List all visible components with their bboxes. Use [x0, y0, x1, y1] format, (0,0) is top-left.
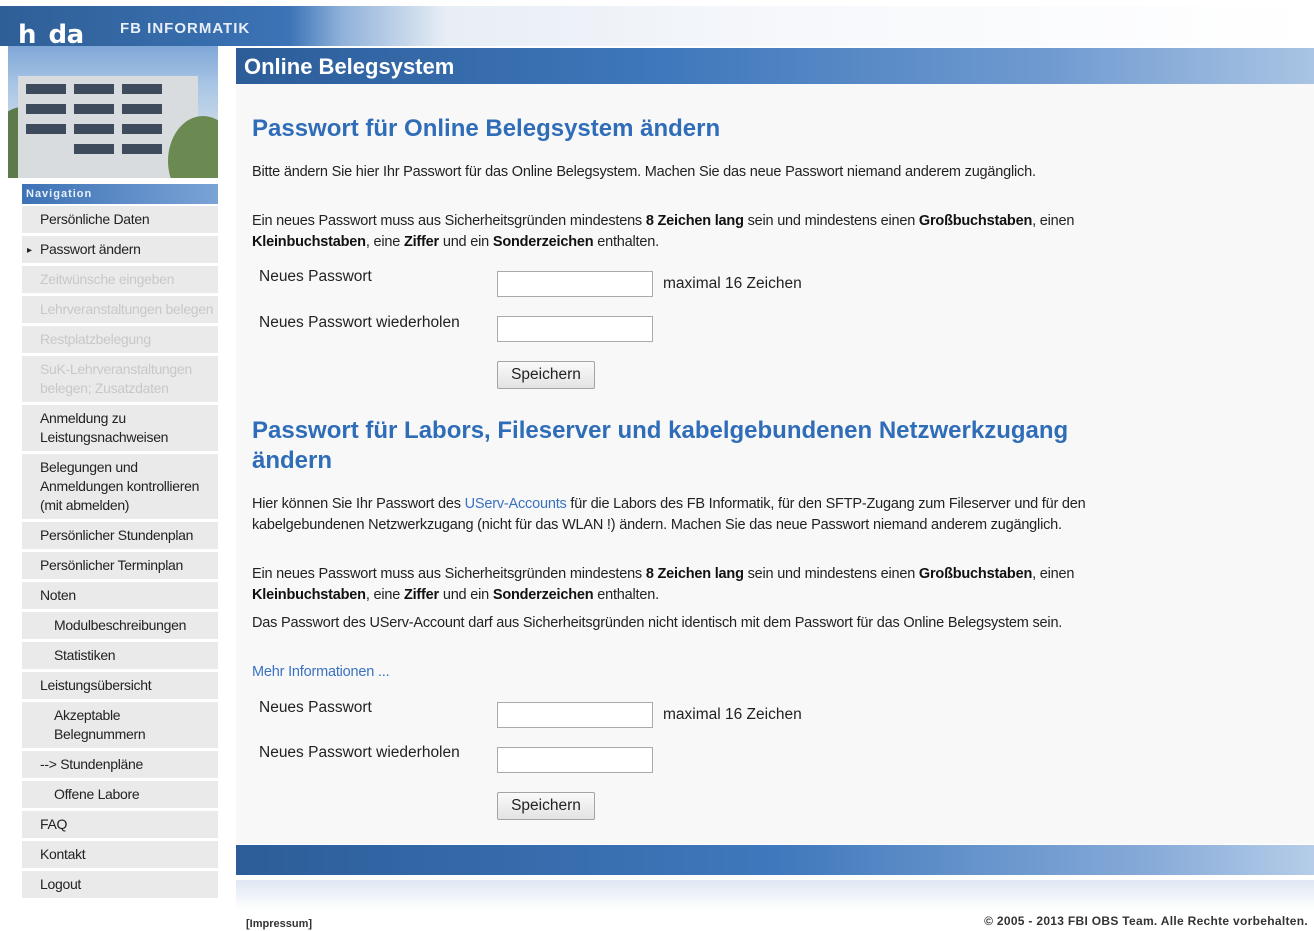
- sidebar-item-label: Statistiken: [54, 647, 116, 663]
- section2-repeat-password-input[interactable]: [497, 747, 653, 773]
- sidebar-item[interactable]: Leistungsübersicht: [22, 672, 218, 702]
- sidebar-item-label: Leistungsübersicht: [40, 677, 152, 693]
- sidebar-item[interactable]: Kontakt: [22, 841, 218, 871]
- sidebar-item[interactable]: Statistiken: [22, 642, 218, 672]
- sidebar-item-label: FAQ: [40, 816, 68, 832]
- sidebar-item: Restplatzbelegung: [22, 326, 218, 356]
- section1-repeat-password-label: Neues Passwort wiederholen: [259, 314, 460, 331]
- sidebar-item[interactable]: Persönliche Daten: [22, 206, 218, 236]
- section1-heading: Passwort für Online Belegsystem ändern: [252, 115, 721, 142]
- section1-new-password-input[interactable]: [497, 271, 653, 297]
- navigation-heading: Navigation: [22, 184, 218, 204]
- sidebar-item-label: Noten: [40, 587, 76, 603]
- section2-new-password-label: Neues Passwort: [259, 699, 372, 716]
- section1-intro: Bitte ändern Sie hier Ihr Passwort für d…: [252, 164, 1036, 180]
- sidebar-item: Zeitwünsche eingeben: [22, 266, 218, 296]
- section1-rules: Ein neues Passwort muss aus Sicherheitsg…: [252, 213, 1075, 250]
- sidebar-nav: Persönliche Daten ▸ Passwort ändern Zeitwün…: [22, 206, 218, 901]
- footer-bar: [236, 845, 1314, 875]
- building-photo: [8, 46, 218, 178]
- sidebar-item-label: SuK-Lehrveranstaltungen belegen; Zusatzd…: [40, 361, 192, 396]
- copyright-text: © 2005 - 2013 FBI OBS Team. Alle Rechte …: [984, 914, 1308, 928]
- sidebar-item-label: Persönlicher Terminplan: [40, 557, 184, 573]
- sidebar-item-label: Restplatzbelegung: [40, 331, 151, 347]
- section2-new-password-input[interactable]: [497, 702, 653, 728]
- sidebar-item-label: Kontakt: [40, 846, 86, 862]
- sidebar-item-label: Zeitwünsche eingeben: [40, 271, 175, 287]
- section1-repeat-password-input[interactable]: [497, 316, 653, 342]
- section2-heading-line2: ändern: [252, 447, 333, 474]
- sidebar-item: SuK-Lehrveranstaltungen belegen; Zusatzd…: [22, 356, 218, 405]
- sidebar-item-label: Akzeptable Belegnummern: [54, 707, 146, 742]
- sidebar-item[interactable]: --> Stundenpläne: [22, 751, 218, 781]
- sidebar-item-label: Persönlicher Stundenplan: [40, 527, 194, 543]
- sidebar-item[interactable]: ▸ Passwort ändern: [22, 236, 218, 266]
- department-name: FB INFORMATIK: [120, 20, 251, 37]
- section2-max-length-hint: maximal 16 Zeichen: [663, 706, 802, 723]
- section1-new-password-label: Neues Passwort: [259, 268, 372, 285]
- section2-save-button[interactable]: Speichern: [497, 792, 595, 820]
- sidebar-item-label: Offene Labore: [54, 786, 140, 802]
- sidebar-item: Lehrveranstaltungen belegen: [22, 296, 218, 326]
- page-title: Online Belegsystem: [244, 54, 455, 79]
- section2-rules: Ein neues Passwort muss aus Sicherheitsg…: [252, 566, 1075, 603]
- sidebar-item-label: Modulbeschreibungen: [54, 617, 187, 633]
- sidebar-item-label: Anmeldung zu Leistungsnachweisen: [40, 410, 169, 445]
- sidebar-item[interactable]: Persönlicher Terminplan: [22, 552, 218, 582]
- page-title-bar: Online Belegsystem: [236, 48, 1314, 84]
- sidebar-item[interactable]: Belegungen und Anmeldungen kontrollieren…: [22, 454, 218, 522]
- sidebar-item-label: Passwort ändern: [40, 241, 141, 257]
- section1-max-length-hint: maximal 16 Zeichen: [663, 275, 802, 292]
- sidebar-item[interactable]: Noten: [22, 582, 218, 612]
- sidebar-item[interactable]: Offene Labore: [22, 781, 218, 811]
- current-page-arrow-icon: ▸: [27, 245, 32, 256]
- sidebar-item-label: Persönliche Daten: [40, 211, 150, 227]
- sidebar-item[interactable]: Persönlicher Stundenplan: [22, 522, 218, 552]
- sidebar-item[interactable]: FAQ: [22, 811, 218, 841]
- section2-heading-line1: Passwort für Labors, Fileserver und kabe…: [252, 417, 1069, 444]
- sidebar-item-label: Lehrveranstaltungen belegen: [40, 301, 214, 317]
- section1-save-button[interactable]: Speichern: [497, 361, 595, 389]
- footer-shade: [236, 880, 1314, 910]
- header-band: h_da FB INFORMATIK: [0, 6, 1314, 50]
- sidebar-item[interactable]: Modulbeschreibungen: [22, 612, 218, 642]
- sidebar-item-label: Belegungen und Anmeldungen kontrollieren…: [40, 459, 200, 513]
- impressum-link[interactable]: [Impressum]: [246, 918, 312, 930]
- section2-heading: Passwort für Labors, Fileserver und kabe…: [252, 416, 1152, 476]
- sidebar-item-label: --> Stundenpläne: [40, 756, 144, 772]
- section2-note: Das Passwort des UServ-Account darf aus …: [252, 615, 1063, 631]
- section2-intro: Hier können Sie Ihr Passwort des UServ-A…: [252, 496, 1086, 533]
- sidebar-item[interactable]: Akzeptable Belegnummern: [22, 702, 218, 751]
- navigation-heading-label: Navigation: [26, 188, 93, 200]
- sidebar-item[interactable]: Anmeldung zu Leistungsnachweisen: [22, 405, 218, 454]
- section2-repeat-password-label: Neues Passwort wiederholen: [259, 744, 460, 761]
- userv-accounts-link[interactable]: UServ-Accounts: [465, 496, 567, 512]
- sidebar-item[interactable]: Logout: [22, 871, 218, 901]
- sidebar-item-label: Logout: [40, 876, 82, 892]
- more-information-link[interactable]: Mehr Informationen ...: [252, 662, 390, 683]
